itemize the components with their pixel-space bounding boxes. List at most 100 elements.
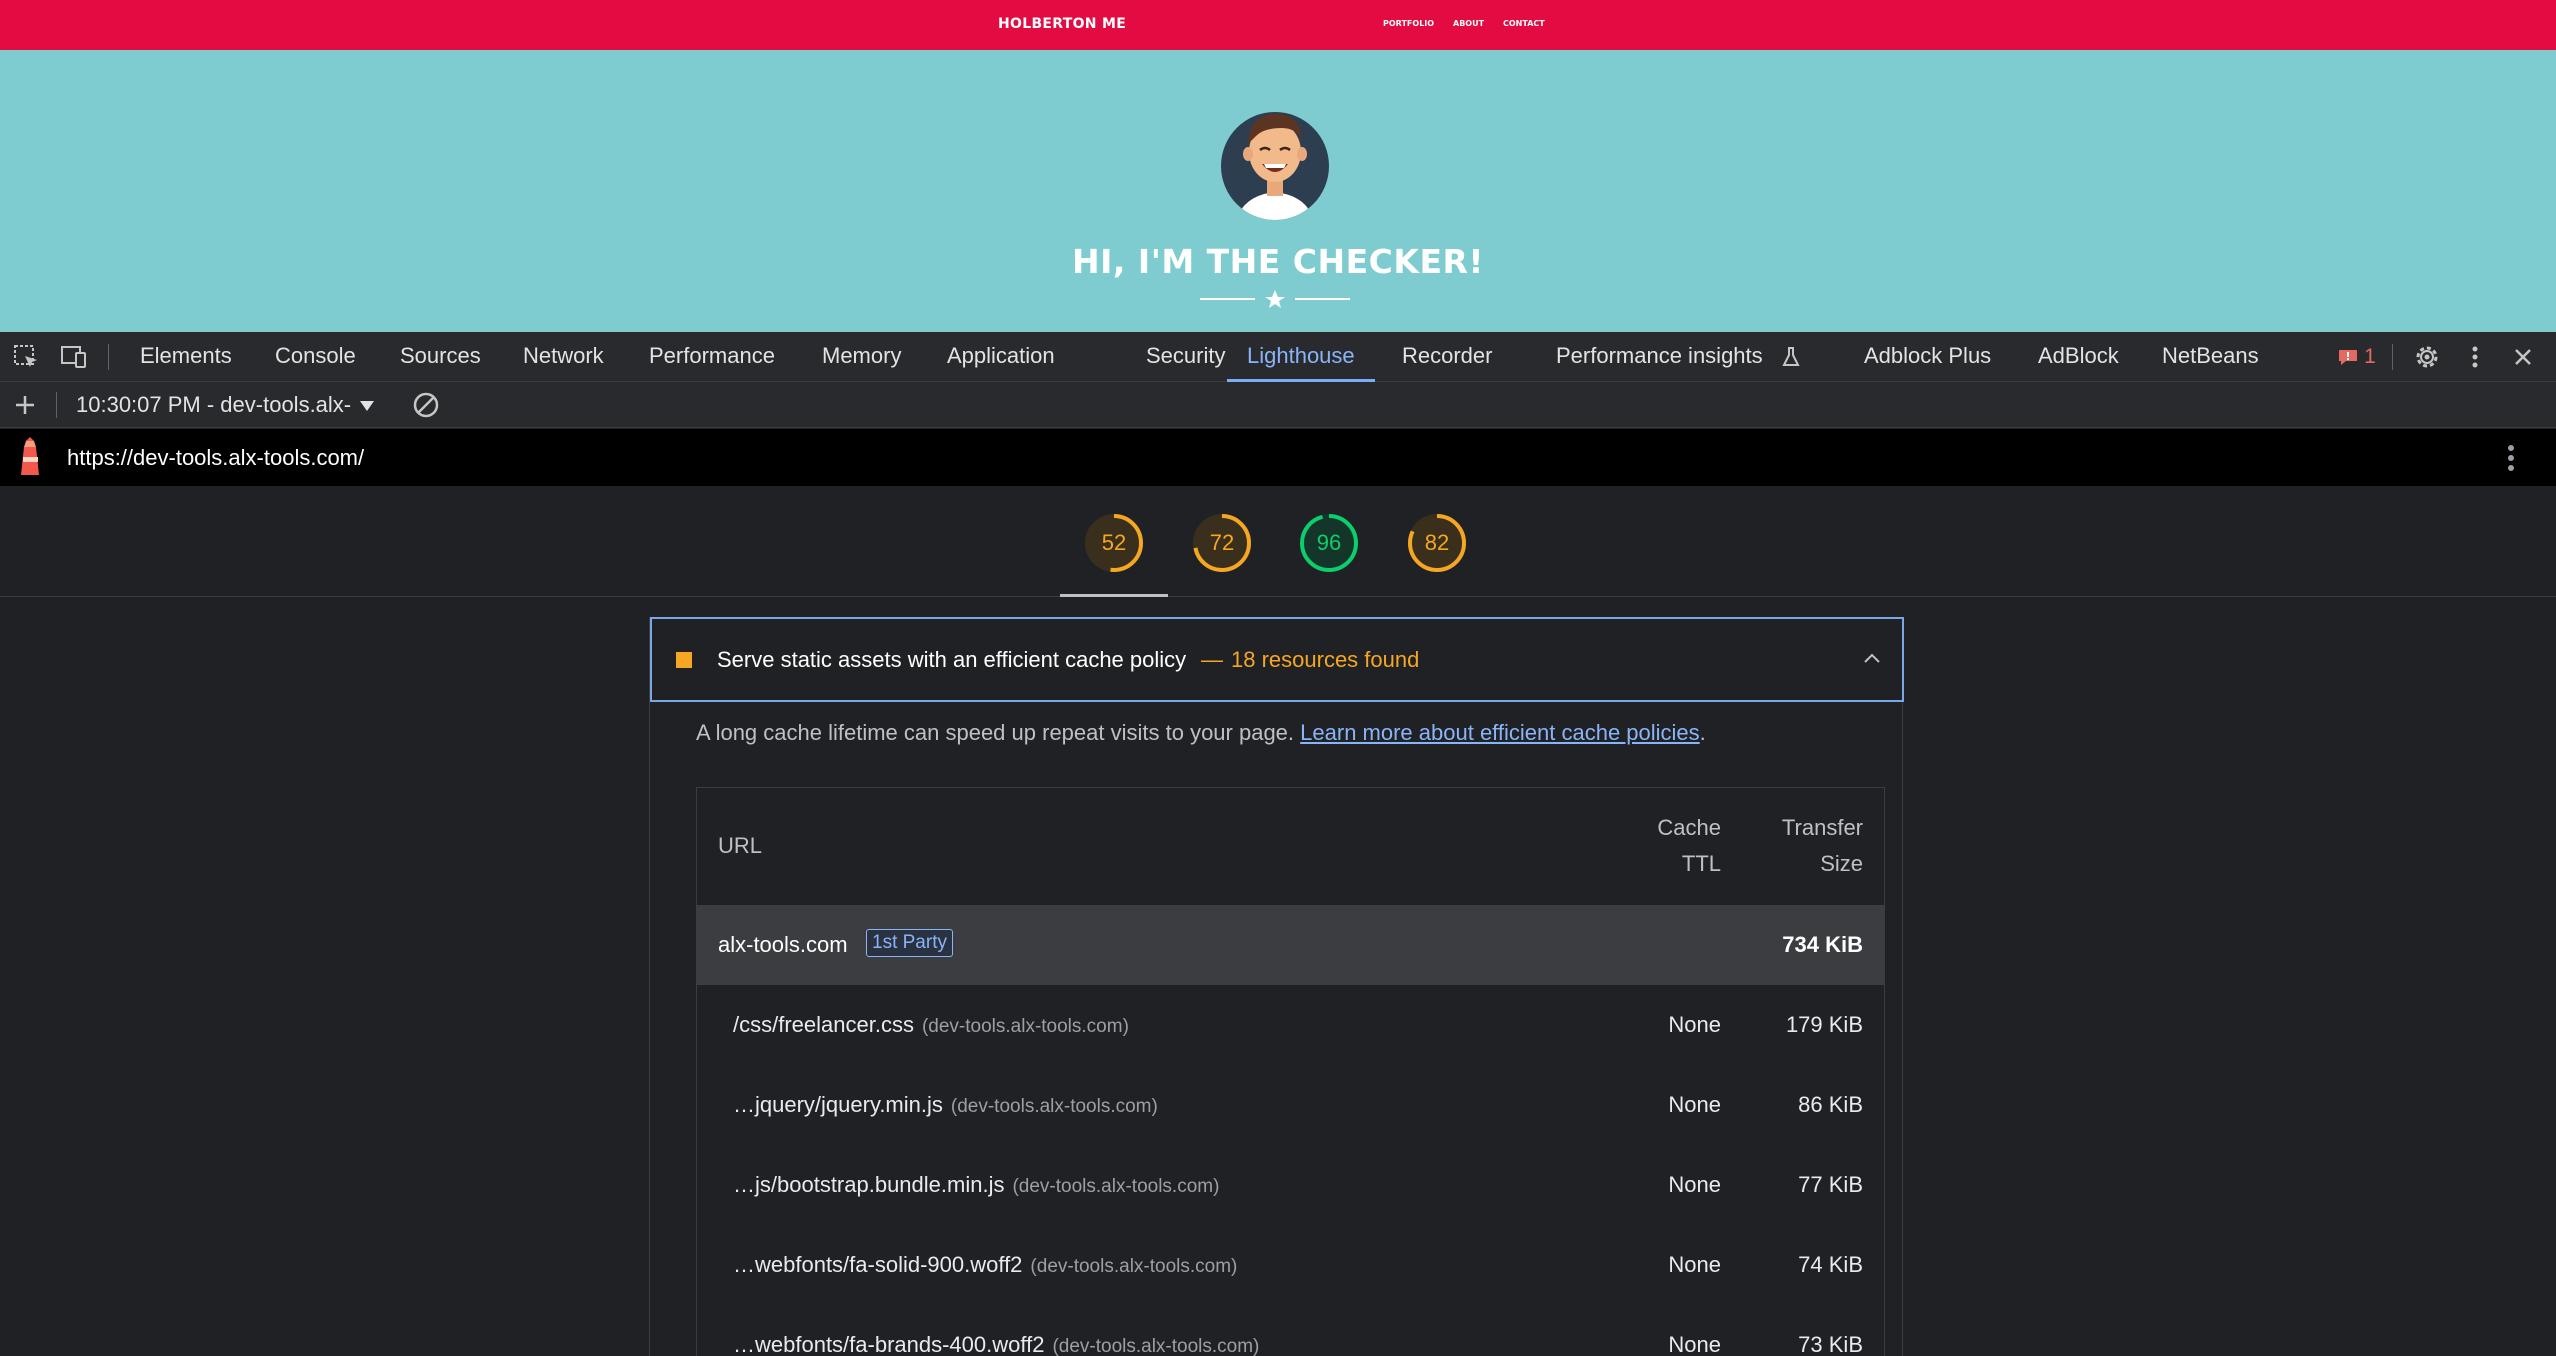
tab-elements[interactable]: Elements	[140, 332, 232, 382]
first-party-badge: 1st Party	[866, 929, 953, 957]
tab-lighthouse[interactable]: Lighthouse	[1227, 332, 1375, 382]
report-url: https://dev-tools.alx-tools.com/	[67, 445, 365, 470]
report-url-bar: https://dev-tools.alx-tools.com/	[0, 429, 2556, 486]
column-cache-ttl[interactable]: Cache TTL	[1657, 810, 1721, 882]
clear-all-icon[interactable]	[408, 382, 444, 428]
resource-path: …js/bootstrap.bundle.min.js	[733, 1172, 1005, 1197]
resource-transfer-size: 73 KiB	[1798, 1332, 1863, 1356]
toolbar-divider	[2392, 344, 2393, 370]
devtools-tab-bar: Elements Console Sources Network Perform…	[0, 332, 2556, 382]
inspect-element-icon[interactable]	[8, 332, 44, 382]
warning-square-icon	[676, 652, 692, 668]
audit-description: A long cache lifetime can speed up repea…	[696, 720, 1706, 746]
chevron-up-icon[interactable]	[1860, 647, 1884, 671]
audit-separator: —	[1201, 647, 1223, 672]
audit-header[interactable]: Serve static assets with an efficient ca…	[650, 617, 1904, 702]
lighthouse-toolbar: 10:30:07 PM - dev-tools.alx-	[0, 382, 2556, 428]
table-header: URL Cache TTL Transfer Size	[697, 788, 1884, 905]
column-transfer-size-line2: Size	[1820, 851, 1863, 876]
close-icon[interactable]	[2508, 332, 2538, 382]
resource-cache-ttl: None	[1668, 1332, 1721, 1356]
nav-link-about[interactable]: ABOUT	[1453, 19, 1484, 28]
score-value: 96	[1316, 530, 1342, 555]
resource-host: (dev-tools.alx-tools.com)	[1030, 1256, 1238, 1277]
report-menu-icon[interactable]	[2496, 429, 2526, 486]
column-cache-ttl-line1: Cache	[1657, 815, 1721, 840]
more-vertical-icon[interactable]	[2460, 332, 2490, 382]
hero-divider-star-icon	[1200, 290, 1350, 308]
nav-link-portfolio[interactable]: PORTFOLIO	[1383, 19, 1434, 28]
score-gauge-performance[interactable]: 52	[1084, 513, 1144, 573]
table-row: …js/bootstrap.bundle.min.js (dev-tools.al…	[697, 1145, 1884, 1225]
resource-cache-ttl: None	[1668, 1252, 1721, 1277]
tab-performance[interactable]: Performance	[649, 332, 775, 382]
resource-cache-ttl: None	[1668, 1172, 1721, 1197]
score-gauge-accessibility[interactable]: 72	[1192, 513, 1252, 573]
settings-gear-icon[interactable]	[2409, 332, 2445, 382]
resource-transfer-size: 74 KiB	[1798, 1252, 1863, 1277]
hero-title: HI, I'M THE CHECKER!	[1072, 242, 1484, 281]
resource-transfer-size: 179 KiB	[1785, 1012, 1863, 1037]
toolbar-divider	[108, 344, 109, 370]
resource-path: …webfonts/fa-brands-400.woff2	[733, 1332, 1045, 1356]
resources-table: URL Cache TTL Transfer Size alx-tools.co…	[696, 787, 1885, 1356]
resource-url[interactable]: …webfonts/fa-brands-400.woff2 (dev-tools.…	[733, 1332, 1259, 1356]
score-gauges: 52 72 96 82	[0, 487, 2556, 597]
resource-host: (dev-tools.alx-tools.com)	[1052, 1336, 1260, 1356]
device-toolbar-icon[interactable]	[56, 332, 92, 382]
score-value: 82	[1424, 530, 1450, 555]
new-report-plus-icon[interactable]	[8, 382, 42, 428]
entity-total-size: 734 KiB	[1782, 932, 1863, 957]
score-value: 72	[1209, 530, 1235, 555]
site-brand[interactable]: HOLBERTON ME	[998, 16, 1126, 32]
tab-console[interactable]: Console	[275, 332, 356, 382]
column-cache-ttl-line2: TTL	[1681, 851, 1721, 876]
description-text: A long cache lifetime can speed up repea…	[696, 720, 1295, 745]
table-row: /css/freelancer.css (dev-tools.alx-tools.…	[697, 985, 1884, 1065]
tab-performance-insights[interactable]: Performance insights	[1556, 332, 1763, 382]
table-row: …webfonts/fa-brands-400.woff2 (dev-tools.…	[697, 1305, 1884, 1356]
description-end: .	[1699, 720, 1706, 745]
tab-security[interactable]: Security	[1146, 332, 1225, 382]
resource-url[interactable]: /css/freelancer.css (dev-tools.alx-tools.…	[733, 1012, 1129, 1038]
toolbar-divider	[56, 392, 57, 418]
avatar	[1221, 112, 1329, 220]
resource-host: (dev-tools.alx-tools.com)	[950, 1096, 1158, 1117]
tab-memory[interactable]: Memory	[822, 332, 901, 382]
site-navbar: HOLBERTON ME PORTFOLIO ABOUT CONTACT	[0, 0, 2556, 50]
tab-adblock[interactable]: AdBlock	[2038, 332, 2119, 382]
report-selector-label: 10:30:07 PM - dev-tools.alx-	[76, 392, 352, 417]
column-transfer-size[interactable]: Transfer Size	[1782, 810, 1863, 882]
dropdown-arrow-icon	[360, 401, 375, 411]
tab-sources[interactable]: Sources	[400, 332, 481, 382]
resource-path: …jquery/jquery.min.js	[733, 1092, 943, 1117]
resource-transfer-size: 77 KiB	[1798, 1172, 1863, 1197]
resource-host: (dev-tools.alx-tools.com)	[921, 1016, 1129, 1037]
tab-network[interactable]: Network	[523, 332, 604, 382]
resource-path: …webfonts/fa-solid-900.woff2	[733, 1252, 1023, 1277]
audit-title: Serve static assets with an efficient ca…	[717, 647, 1187, 672]
resource-url[interactable]: …js/bootstrap.bundle.min.js (dev-tools.al…	[733, 1172, 1219, 1198]
score-value: 52	[1101, 530, 1127, 555]
report-selector-dropdown[interactable]: 10:30:07 PM - dev-tools.alx-	[76, 392, 375, 418]
resource-url[interactable]: …webfonts/fa-solid-900.woff2 (dev-tools.a…	[733, 1252, 1237, 1278]
issues-button[interactable]: 1	[2334, 332, 2380, 382]
active-gauge-indicator	[1060, 594, 1168, 597]
entity-group-row: alx-tools.com 1st Party 734 KiB	[697, 905, 1884, 985]
tab-netbeans[interactable]: NetBeans	[2162, 332, 2259, 382]
column-url[interactable]: URL	[718, 828, 762, 864]
table-row: …webfonts/fa-solid-900.woff2 (dev-tools.a…	[697, 1225, 1884, 1305]
resource-transfer-size: 86 KiB	[1798, 1092, 1863, 1117]
resource-url[interactable]: …jquery/jquery.min.js (dev-tools.alx-tool…	[733, 1092, 1158, 1118]
tab-recorder[interactable]: Recorder	[1402, 332, 1492, 382]
score-gauge-best-practices[interactable]: 96	[1299, 513, 1359, 573]
resource-path: /css/freelancer.css	[733, 1012, 914, 1037]
audit-display-value: 18 resources found	[1231, 647, 1420, 672]
learn-more-link[interactable]: Learn more about efficient cache policie…	[1300, 720, 1700, 745]
score-gauge-seo[interactable]: 82	[1407, 513, 1467, 573]
issues-count: 1	[2364, 345, 2376, 368]
nav-link-contact[interactable]: CONTACT	[1503, 19, 1545, 28]
tab-application[interactable]: Application	[947, 332, 1055, 382]
table-row: …jquery/jquery.min.js (dev-tools.alx-tool…	[697, 1065, 1884, 1145]
tab-adblock-plus[interactable]: Adblock Plus	[1864, 332, 1991, 382]
